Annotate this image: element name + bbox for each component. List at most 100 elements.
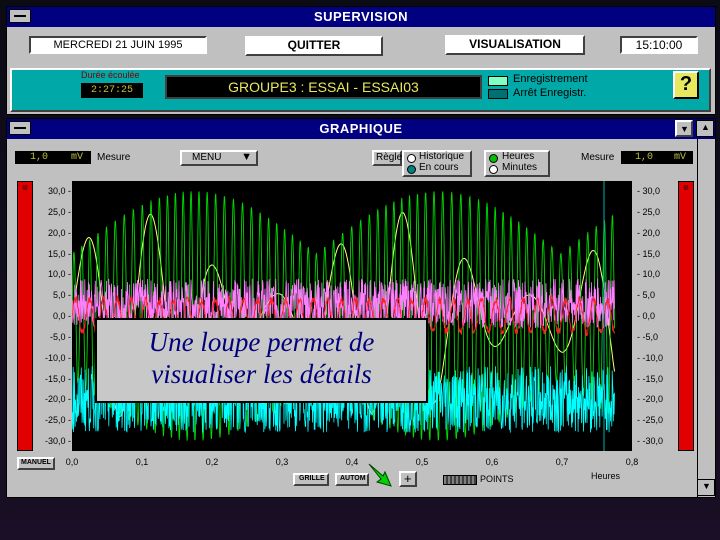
y-tick-label: 5,0 - xyxy=(52,290,71,301)
vertical-scrollbar[interactable] xyxy=(697,139,715,497)
historique-label: Historique xyxy=(419,151,465,162)
x-tick-label: 0,8 xyxy=(625,457,639,467)
regle-label: Règle xyxy=(376,152,403,163)
voie2-letter: 2 xyxy=(684,185,688,192)
quit-button[interactable]: QUITTER xyxy=(245,36,383,56)
historique-radio[interactable] xyxy=(407,154,416,163)
voie1-letter: 1 xyxy=(23,185,27,192)
encours-radio[interactable] xyxy=(407,165,416,174)
voie2-bar[interactable] xyxy=(678,181,694,451)
y-tick-label: - 0,0 xyxy=(637,311,656,321)
y-tick-label: -5,0 - xyxy=(49,331,71,342)
encours-label: En cours xyxy=(419,162,459,173)
chevron-down-icon: ▼ xyxy=(241,151,252,163)
x-axis: 0,0 0,1 0,2 0,3 0,4 0,5 0,6 0,7 0,8 xyxy=(7,457,697,471)
x-tick-label: 0,6 xyxy=(485,457,499,467)
group-label: GROUPE3 : ESSAI - ESSAI03 xyxy=(228,79,419,95)
y-tick-label: 30,0 - xyxy=(47,186,71,196)
y-tick-label: - 25,0 xyxy=(637,206,661,217)
graphique-title: GRAPHIQUE xyxy=(319,121,403,136)
zoom-arrow-icon xyxy=(367,462,395,488)
left-y-axis: 30,0 - 25,0 - 20,0 - 15,0 - 10,0 - 5,0 - 0,0 -… xyxy=(33,119,73,499)
record-indicator xyxy=(488,76,508,86)
points-toggle[interactable] xyxy=(443,475,477,485)
y-tick-label: - -10,0 xyxy=(637,352,664,363)
supervision-window: SUPERVISION MERCREDI 21 JUIN 1995 QUITTE… xyxy=(6,6,716,115)
stop-record-indicator xyxy=(488,89,508,99)
minimize-icon: ▼ xyxy=(680,124,689,134)
supervision-title: SUPERVISION xyxy=(313,9,409,24)
heures-axis-label: Heures xyxy=(591,471,621,481)
time-display: 15:10:00 xyxy=(620,36,698,54)
elapsed-label: Durée écoulée xyxy=(81,70,140,80)
scroll-up-button[interactable]: ▲ xyxy=(696,120,714,137)
zoom-in-button[interactable]: + xyxy=(399,471,417,487)
scroll-up-icon: ▲ xyxy=(701,122,710,132)
grille-label: GRILLE xyxy=(299,475,325,482)
grille-button[interactable]: GRILLE xyxy=(293,473,329,486)
minimize-button[interactable]: ▼ xyxy=(675,120,693,137)
minutes-radio[interactable] xyxy=(489,165,498,174)
y-tick-label: 25,0 - xyxy=(47,206,71,217)
y-tick-label: - -15,0 xyxy=(637,373,664,384)
regle-button[interactable]: Règle xyxy=(372,150,402,166)
graphique-window: GRAPHIQUE ▼ ▲ ▼ 1,0 mV Mesure MENU ▼ Règ… xyxy=(6,118,716,498)
elapsed-display: 2:27:25 xyxy=(81,83,143,98)
callout-line-1: Une loupe permet de xyxy=(148,327,375,357)
manuel-label: MANUEL xyxy=(21,459,51,466)
help-icon: ? xyxy=(679,73,693,95)
scroll-down-button[interactable]: ▼ xyxy=(697,479,715,496)
menu-dropdown[interactable]: MENU ▼ xyxy=(180,150,258,166)
chart-plot-area[interactable] xyxy=(72,181,632,451)
points-label: POINTS xyxy=(480,474,514,484)
group-display: GROUPE3 : ESSAI - ESSAI03 xyxy=(165,75,482,99)
x-tick-label: 0,7 xyxy=(555,457,569,467)
right-mesure-label: Mesure xyxy=(581,152,615,163)
help-button[interactable]: ? xyxy=(673,71,699,99)
y-tick-label: -20,0 - xyxy=(44,394,71,405)
graphique-titlebar: GRAPHIQUE ▼ ▲ xyxy=(7,119,715,139)
right-y-axis: - 30,0 - 25,0 - 20,0 - 15,0 - 10,0 - 5,0 - 0,0… xyxy=(637,119,677,499)
y-tick-label: - 30,0 xyxy=(637,186,661,196)
callout-line-2: visualiser les détails xyxy=(151,359,372,389)
manuel-button[interactable]: MANUEL xyxy=(17,457,55,470)
y-tick-label: - 5,0 xyxy=(637,290,656,301)
y-tick-label: - -5,0 xyxy=(637,331,659,342)
y-tick-label: 20,0 - xyxy=(47,227,71,238)
minutes-label: Minutes xyxy=(502,162,538,173)
x-tick-label: 0,3 xyxy=(275,457,289,467)
x-tick-label: 0,2 xyxy=(205,457,219,467)
visualisation-button[interactable]: VISUALISATION xyxy=(445,35,585,55)
auto-button[interactable]: AUTOM xyxy=(335,473,369,486)
y-tick-label: - -25,0 xyxy=(637,415,664,426)
y-tick-label: -15,0 - xyxy=(44,373,71,384)
y-tick-label: -25,0 - xyxy=(44,415,71,426)
menu-label: MENU xyxy=(192,152,222,163)
y-tick-label: - -30,0 xyxy=(637,436,664,446)
x-tick-label: 0,4 xyxy=(345,457,359,467)
zoom-callout: Une loupe permet de visualiser les détai… xyxy=(95,318,428,403)
voie1-bar[interactable] xyxy=(17,181,33,451)
heures-label: Heures xyxy=(502,151,535,162)
y-tick-label: - 15,0 xyxy=(637,248,661,259)
left-mesure-label: Mesure xyxy=(97,152,131,163)
y-tick-label: - 10,0 xyxy=(637,269,661,280)
y-tick-label: 15,0 - xyxy=(47,248,71,259)
x-tick-label: 0,1 xyxy=(135,457,149,467)
x-tick-label: 0,0 xyxy=(65,457,79,467)
record-label: Enregistrement xyxy=(513,73,588,85)
y-tick-label: -10,0 - xyxy=(44,352,71,363)
y-tick-label: 10,0 - xyxy=(47,269,71,280)
plus-icon: + xyxy=(404,471,412,486)
y-tick-label: - -20,0 xyxy=(637,394,664,405)
supervision-titlebar: SUPERVISION xyxy=(7,7,715,27)
auto-label: AUTOM xyxy=(340,475,366,482)
heures-radio[interactable] xyxy=(489,154,498,163)
scroll-down-icon: ▼ xyxy=(702,481,711,491)
date-display: MERCREDI 21 JUIN 1995 xyxy=(29,36,207,54)
y-tick-label: - 20,0 xyxy=(637,227,661,238)
stop-record-label: Arrêt Enregistr. xyxy=(513,87,587,99)
y-tick-label: 0,0 - xyxy=(52,311,71,321)
x-tick-label: 0,5 xyxy=(415,457,429,467)
y-tick-label: -30,0 - xyxy=(44,436,71,446)
